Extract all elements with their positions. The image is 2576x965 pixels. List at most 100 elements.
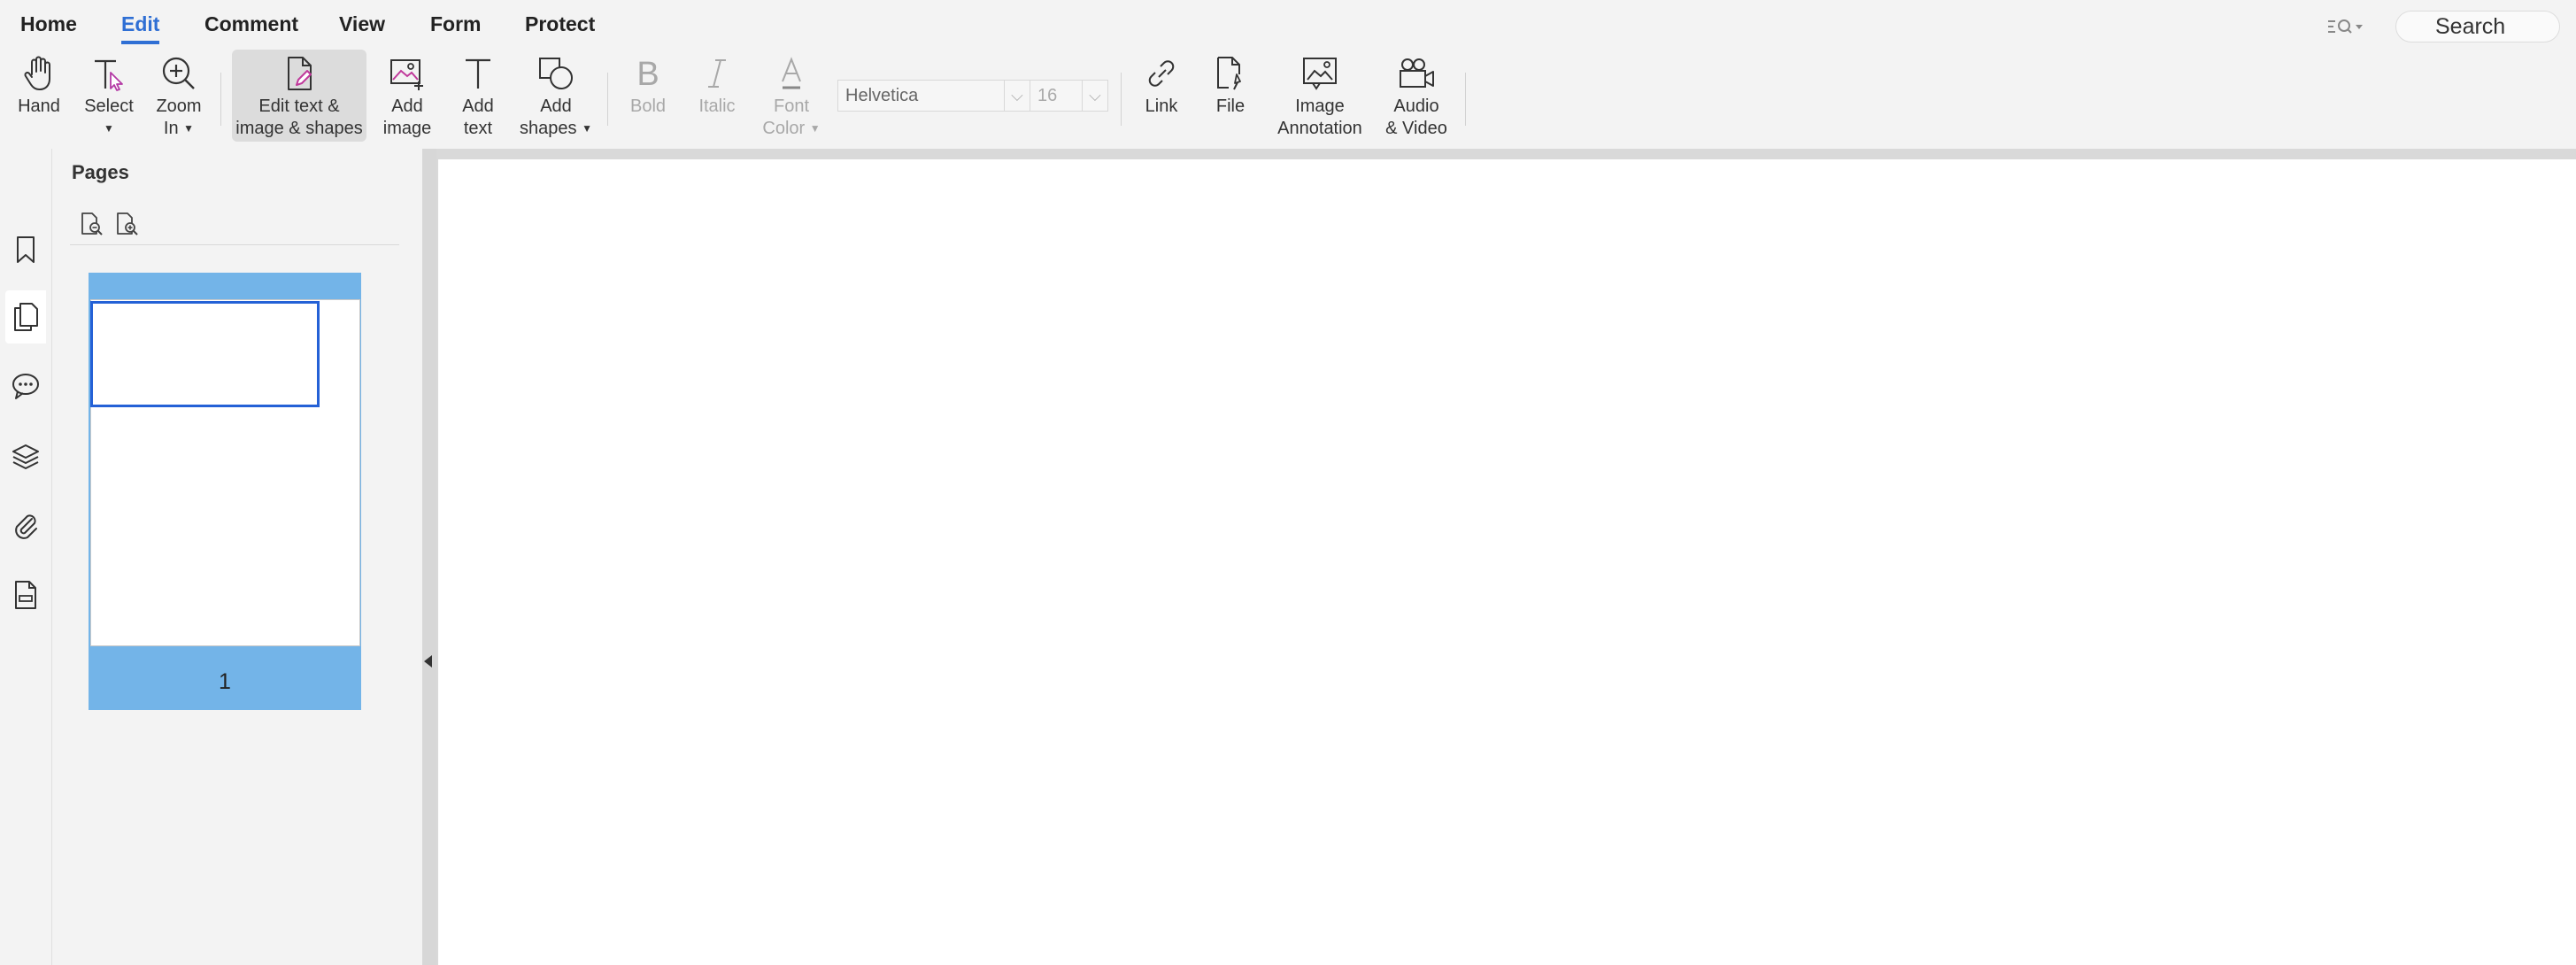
font-family-value: Helvetica [845, 86, 919, 105]
edit-all-label-2: image & shapes [235, 119, 363, 138]
add-image-button[interactable]: Add image [381, 50, 434, 142]
pages-divider [70, 244, 399, 245]
link-button[interactable]: Link [1135, 50, 1188, 142]
select-tool-button[interactable]: Select ▼ [80, 50, 138, 142]
font-color-icon [782, 57, 801, 89]
file-label: File [1215, 96, 1246, 116]
video-camera-icon [1400, 58, 1434, 88]
zoom-in-icon [162, 57, 195, 89]
search-input[interactable] [2395, 11, 2560, 42]
toolbar-separator [1121, 73, 1122, 126]
font-color-label-2: Color [762, 119, 806, 138]
sidebar-item-pages[interactable] [5, 290, 46, 344]
add-text-button[interactable]: Add text [451, 50, 505, 142]
thumbnail-zoom-out-button[interactable] [79, 211, 105, 237]
sidebar-item-comments[interactable] [5, 359, 46, 413]
comments-icon [12, 374, 39, 399]
add-image-label-2: image [382, 119, 432, 138]
sidebar-item-attachments[interactable] [5, 499, 46, 552]
document-page[interactable] [438, 159, 2576, 965]
sidebar-item-form-fields[interactable] [5, 568, 46, 621]
tab-edit[interactable]: Edit [121, 9, 160, 44]
add-image-label-1: Add [391, 96, 423, 116]
zoom-in-button[interactable]: Zoom In ▼ [152, 50, 205, 142]
tab-home[interactable]: Home [20, 9, 77, 41]
add-shapes-label-2: shapes [520, 119, 577, 138]
pages-panel: Pages 1 [52, 149, 422, 965]
file-button[interactable]: File [1204, 50, 1257, 142]
attachments-icon [15, 514, 37, 539]
sidebar-item-bookmarks[interactable] [5, 223, 46, 276]
page-thumbnail[interactable]: 1 [89, 273, 361, 710]
chevron-down-icon: ⌵ [1082, 81, 1107, 111]
thumbnail-zoom-in-icon [117, 212, 138, 235]
bold-icon: B [636, 56, 659, 92]
font-family-select[interactable]: Helvetica ⌵ [837, 80, 1030, 112]
zoom-label-2: In [163, 119, 179, 138]
thumbnail-zoom-in-button[interactable] [114, 211, 141, 237]
chevron-down-icon: ⌵ [1004, 81, 1030, 111]
file-attach-icon [1217, 57, 1241, 90]
toolbar: Hand Select ▼ Zoom In ▼ Edit text & imag… [0, 50, 2576, 149]
add-image-icon [390, 59, 423, 90]
audio-video-label-2: & Video [1385, 119, 1447, 138]
edit-all-label-1: Edit text & [258, 96, 340, 116]
font-size-select[interactable]: 16 ⌵ [1030, 80, 1108, 112]
audio-video-button[interactable]: Audio & Video [1381, 50, 1452, 142]
select-text-icon [95, 59, 123, 91]
hand-tool-button[interactable]: Hand [12, 50, 66, 142]
bold-button[interactable]: B Bold [621, 50, 675, 142]
font-color-label-1: Font [773, 96, 810, 116]
pages-icon [14, 303, 38, 331]
toolbar-separator [1465, 73, 1466, 126]
toolbar-separator [607, 73, 608, 126]
font-color-button[interactable]: Font Color ▼ [760, 50, 823, 142]
svg-text:B: B [636, 56, 659, 92]
link-label: Link [1145, 96, 1178, 116]
font-size-value: 16 [1037, 86, 1058, 105]
bookmark-icon [17, 236, 35, 263]
add-shapes-icon [539, 58, 573, 89]
bold-label: Bold [629, 96, 667, 116]
page-number-label: 1 [219, 669, 231, 694]
toolbar-separator [220, 73, 221, 126]
add-text-label-1: Add [462, 96, 494, 116]
italic-button[interactable]: Italic [690, 50, 744, 142]
tab-view[interactable]: View [339, 9, 385, 41]
tab-comment[interactable]: Comment [204, 9, 298, 41]
add-text-icon [466, 58, 490, 89]
font-color-dropdown-caret[interactable]: ▼ [810, 122, 821, 135]
select-dropdown-caret[interactable]: ▼ [104, 118, 114, 140]
add-text-label-2: text [463, 119, 493, 138]
image-annotation-label-1: Image [1295, 96, 1345, 116]
hand-label: Hand [18, 96, 60, 116]
collapse-panel-icon[interactable] [424, 655, 432, 668]
zoom-label-1: Zoom [156, 96, 202, 116]
image-annotation-button[interactable]: Image Annotation [1271, 50, 1369, 142]
add-shapes-dropdown-caret[interactable]: ▼ [582, 122, 592, 135]
tab-protect[interactable]: Protect [525, 9, 595, 41]
sidebar-item-layers[interactable] [5, 430, 46, 483]
hand-icon [24, 56, 50, 90]
edit-document-icon [288, 57, 312, 90]
sidebar-rail [0, 149, 52, 965]
edit-text-image-shapes-button[interactable]: Edit text & image & shapes [232, 50, 366, 142]
add-shapes-label-1: Add [540, 96, 572, 116]
layers-icon [12, 444, 39, 469]
select-label: Select [84, 96, 134, 116]
image-annotation-label-2: Annotation [1277, 119, 1362, 138]
link-icon [1148, 60, 1175, 87]
zoom-dropdown-caret[interactable]: ▼ [183, 122, 194, 135]
thumbnail-zoom-out-icon [81, 212, 103, 235]
italic-icon [708, 59, 726, 88]
viewport-indicator[interactable] [90, 301, 320, 407]
add-shapes-button[interactable]: Add shapes ▼ [520, 50, 592, 142]
form-fields-icon [15, 581, 36, 609]
tab-form[interactable]: Form [430, 9, 482, 41]
italic-label: Italic [698, 96, 736, 116]
pages-panel-title: Pages [72, 161, 129, 183]
search-options-icon[interactable] [2325, 16, 2365, 39]
menu-bar: Home Edit Comment View Form Protect [0, 0, 2576, 50]
panel-splitter[interactable] [422, 149, 436, 965]
document-viewport[interactable] [436, 149, 2576, 965]
